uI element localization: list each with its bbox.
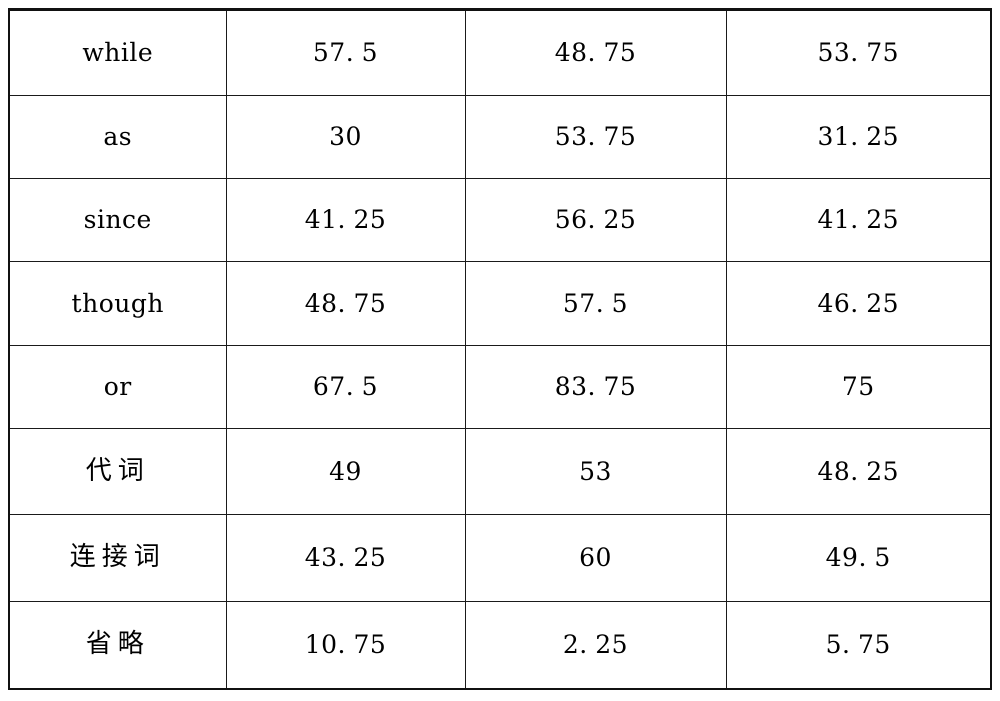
value-cell: 5. 75 <box>725 600 992 690</box>
row-label-cell: or <box>8 344 227 429</box>
value-cell: 10. 75 <box>225 600 466 690</box>
table-row: or 67. 5 83. 75 75 <box>8 344 992 429</box>
value-cell: 57. 5 <box>464 261 727 346</box>
row-label-cell: as <box>8 94 227 180</box>
row-label-cell: 代词 <box>8 427 227 516</box>
value-cell: 53 <box>464 427 727 516</box>
value-cell: 31. 25 <box>725 94 992 180</box>
value-cell: 41. 25 <box>225 178 466 263</box>
value-cell: 60 <box>464 514 727 602</box>
value-cell: 67. 5 <box>225 344 466 429</box>
value-cell: 48. 75 <box>464 9 727 96</box>
row-label-cell: though <box>8 261 227 346</box>
value-cell: 43. 25 <box>225 514 466 602</box>
value-cell: 83. 75 <box>464 344 727 429</box>
table-row: 省略 10. 75 2. 25 5. 75 <box>8 600 992 690</box>
value-cell: 46. 25 <box>725 261 992 346</box>
value-cell: 75 <box>725 344 992 429</box>
table-row: since 41. 25 56. 25 41. 25 <box>8 178 992 263</box>
table-row: as 30 53. 75 31. 25 <box>8 94 992 180</box>
data-table: while 57. 5 48. 75 53. 75 as 30 53. 75 31. 25 since 41… <box>8 8 992 690</box>
value-cell: 49. 5 <box>725 514 992 602</box>
table-row: while 57. 5 48. 75 53. 75 <box>8 9 992 96</box>
value-cell: 30 <box>225 94 466 180</box>
table-body: while 57. 5 48. 75 53. 75 as 30 53. 75 31. 25 since 41… <box>8 9 992 690</box>
value-cell: 2. 25 <box>464 600 727 690</box>
row-label-cell: while <box>8 9 227 96</box>
value-cell: 41. 25 <box>725 178 992 263</box>
value-cell: 48. 25 <box>725 427 992 516</box>
value-cell: 53. 75 <box>725 9 992 96</box>
row-label-cell: since <box>8 178 227 263</box>
value-cell: 53. 75 <box>464 94 727 180</box>
row-label-cell: 省略 <box>8 600 227 690</box>
table-row: 代词 49 53 48. 25 <box>8 427 992 516</box>
value-cell: 56. 25 <box>464 178 727 263</box>
row-label-cell: 连接词 <box>8 514 227 602</box>
table-row: though 48. 75 57. 5 46. 25 <box>8 261 992 346</box>
value-cell: 48. 75 <box>225 261 466 346</box>
table-container: while 57. 5 48. 75 53. 75 as 30 53. 75 31. 25 since 41… <box>8 8 992 690</box>
table-row: 连接词 43. 25 60 49. 5 <box>8 514 992 602</box>
value-cell: 57. 5 <box>225 9 466 96</box>
value-cell: 49 <box>225 427 466 516</box>
